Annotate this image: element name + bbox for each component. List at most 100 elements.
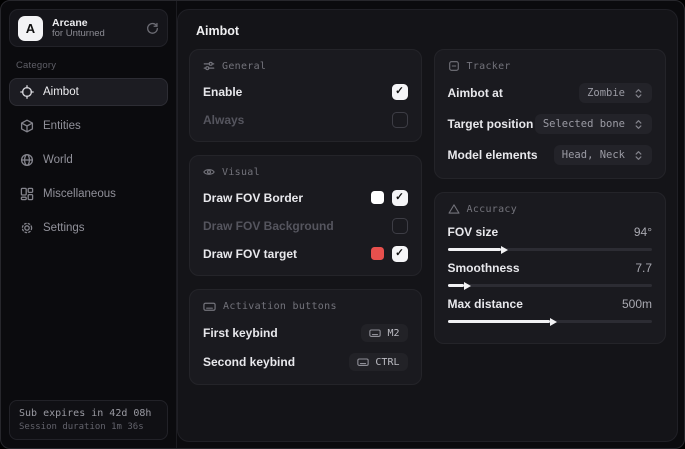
color-swatch[interactable] <box>371 247 384 260</box>
left-column: General Enable Always <box>189 49 422 385</box>
setting-row-max-distance: Max distance 500m <box>448 297 653 323</box>
accuracy-card: Accuracy FOV size 94° Smoothness <box>434 192 667 344</box>
setting-label: Target position <box>448 117 534 131</box>
fov-size-value: 94° <box>634 225 652 239</box>
sidebar: A Arcane for Unturned Category <box>1 1 177 448</box>
always-checkbox[interactable] <box>392 112 408 128</box>
app-logo: A <box>18 16 43 41</box>
sidebar-item-miscellaneous[interactable]: Miscellaneous <box>9 180 168 208</box>
smoothness-slider[interactable] <box>448 284 653 287</box>
page-title: Aimbot <box>178 10 677 49</box>
sidebar-item-entities[interactable]: Entities <box>9 112 168 140</box>
category-label: Category <box>16 60 168 71</box>
chevrons-up-down-icon <box>633 119 644 130</box>
keyboard-icon <box>369 327 381 339</box>
second-keybind-button[interactable]: CTRL <box>349 353 407 371</box>
setting-label: Model elements <box>448 148 538 162</box>
right-column: Tracker Aimbot at Zombie <box>434 49 667 385</box>
triangle-icon <box>448 203 460 215</box>
setting-label: Always <box>203 113 244 127</box>
chevrons-up-down-icon <box>633 150 644 161</box>
setting-label: Second keybind <box>203 355 295 369</box>
setting-row-model-elements: Model elements Head, Neck <box>448 145 653 165</box>
keyboard-icon <box>203 300 216 313</box>
keybind-value: M2 <box>387 328 399 339</box>
activation-card: Activation buttons First keybind M2 <box>189 289 422 385</box>
setting-label: Draw FOV Border <box>203 191 303 205</box>
chevrons-up-down-icon <box>633 88 644 99</box>
smoothness-value: 7.7 <box>635 261 652 275</box>
main-panel: Aimbot General <box>177 9 678 442</box>
slider-fill[interactable] <box>448 284 464 287</box>
enable-checkbox[interactable] <box>392 84 408 100</box>
sub-expires-text: Sub expires in 42d 08h <box>19 408 158 419</box>
app-window: A Arcane for Unturned Category <box>0 0 685 449</box>
refresh-icon[interactable] <box>146 22 159 35</box>
sidebar-nav: Aimbot Entities <box>9 78 168 242</box>
crosshair-icon <box>20 85 34 99</box>
keyboard-icon <box>357 356 369 368</box>
sidebar-item-label: World <box>43 154 73 166</box>
setting-label: Draw FOV Background <box>203 219 334 233</box>
sidebar-item-aimbot[interactable]: Aimbot <box>9 78 168 106</box>
gear-icon <box>20 221 34 235</box>
setting-row-fov-size: FOV size 94° <box>448 225 653 251</box>
max-distance-slider[interactable] <box>448 320 653 323</box>
setting-label: Aimbot at <box>448 86 503 100</box>
max-distance-value: 500m <box>622 297 652 311</box>
setting-row-aimbot-at: Aimbot at Zombie <box>448 83 653 103</box>
setting-row-target-position: Target position Selected bone <box>448 114 653 134</box>
setting-row-fov-background: Draw FOV Background <box>203 217 408 234</box>
setting-label: FOV size <box>448 225 499 239</box>
fov-background-checkbox[interactable] <box>392 218 408 234</box>
slider-fill[interactable] <box>448 248 501 251</box>
dropdown-value: Selected bone <box>543 118 625 130</box>
aimbot-at-dropdown[interactable]: Zombie <box>579 83 652 103</box>
setting-row-smoothness: Smoothness 7.7 <box>448 261 653 287</box>
subscription-info-card: Sub expires in 42d 08h Session duration … <box>9 400 168 440</box>
card-title: Visual <box>222 167 260 178</box>
setting-label: Smoothness <box>448 261 520 275</box>
fov-size-slider[interactable] <box>448 248 653 251</box>
card-title: General <box>222 61 266 72</box>
fov-target-checkbox[interactable] <box>392 246 408 262</box>
sidebar-item-settings[interactable]: Settings <box>9 214 168 242</box>
app-title: Arcane <box>52 17 137 29</box>
color-swatch[interactable] <box>371 191 384 204</box>
setting-row-enable: Enable <box>203 83 408 100</box>
visual-card: Visual Draw FOV Border Draw FOV Backgrou… <box>189 155 422 276</box>
globe-icon <box>20 153 34 167</box>
setting-label: Max distance <box>448 297 523 311</box>
cube-icon <box>20 119 34 133</box>
tracker-card: Tracker Aimbot at Zombie <box>434 49 667 179</box>
sidebar-item-label: Miscellaneous <box>43 188 116 200</box>
dropdown-value: Head, Neck <box>562 149 625 161</box>
eye-icon <box>203 166 215 178</box>
scan-icon <box>448 60 460 72</box>
app-names: Arcane for Unturned <box>52 17 137 40</box>
first-keybind-button[interactable]: M2 <box>361 324 407 342</box>
sidebar-item-world[interactable]: World <box>9 146 168 174</box>
setting-row-fov-target: Draw FOV target <box>203 245 408 262</box>
general-card: General Enable Always <box>189 49 422 142</box>
sliders-icon <box>203 60 215 72</box>
setting-label: Enable <box>203 85 242 99</box>
setting-row-first-keybind: First keybind M2 <box>203 324 408 342</box>
model-elements-dropdown[interactable]: Head, Neck <box>554 145 652 165</box>
app-header-card: A Arcane for Unturned <box>9 9 168 47</box>
setting-row-fov-border: Draw FOV Border <box>203 189 408 206</box>
sidebar-item-label: Aimbot <box>43 86 79 98</box>
setting-label: First keybind <box>203 326 278 340</box>
keybind-value: CTRL <box>375 357 399 368</box>
setting-row-always: Always <box>203 111 408 128</box>
target-position-dropdown[interactable]: Selected bone <box>535 114 652 134</box>
setting-row-second-keybind: Second keybind CTRL <box>203 353 408 371</box>
card-title: Tracker <box>467 61 511 72</box>
slider-fill[interactable] <box>448 320 550 323</box>
dropdown-value: Zombie <box>587 87 625 99</box>
fov-border-checkbox[interactable] <box>392 190 408 206</box>
card-title: Accuracy <box>467 204 518 215</box>
app-subtitle: for Unturned <box>52 29 137 40</box>
sidebar-item-label: Entities <box>43 120 81 132</box>
sidebar-item-label: Settings <box>43 222 85 234</box>
